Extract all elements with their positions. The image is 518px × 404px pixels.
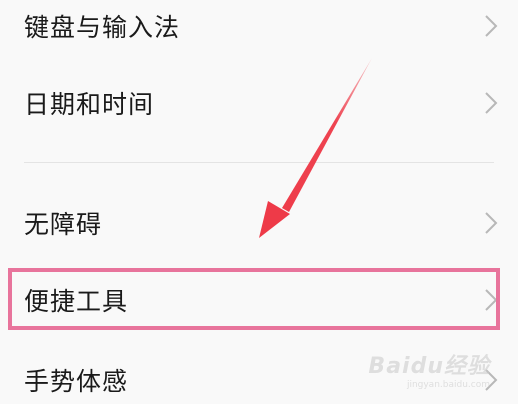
chevron-right-icon	[484, 211, 498, 235]
settings-item-accessibility[interactable]: 无障碍	[0, 188, 518, 258]
settings-item-label: 手势体感	[24, 367, 129, 396]
chevron-right-icon	[484, 368, 498, 392]
settings-item-label: 日期和时间	[24, 90, 155, 119]
settings-item-label: 便捷工具	[24, 287, 129, 316]
section-divider	[24, 162, 494, 163]
settings-item-label: 无障碍	[24, 210, 103, 239]
settings-screen: 键盘与输入法 日期和时间 无障碍 便捷工具 手势体感 Baidu经验 jingy…	[0, 0, 518, 404]
chevron-right-icon	[484, 288, 498, 312]
settings-item-gestures[interactable]: 手势体感	[0, 345, 518, 404]
settings-item-keyboard[interactable]: 键盘与输入法	[0, 0, 518, 61]
settings-item-shortcut-tools[interactable]: 便捷工具	[0, 265, 518, 335]
settings-item-label: 键盘与输入法	[24, 13, 181, 42]
settings-item-date-time[interactable]: 日期和时间	[0, 68, 518, 138]
chevron-right-icon	[484, 14, 498, 38]
chevron-right-icon	[484, 91, 498, 115]
